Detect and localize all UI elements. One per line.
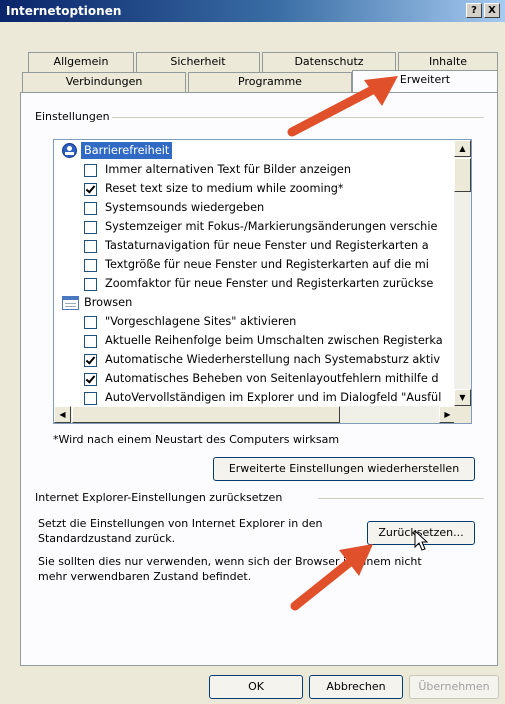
tab-inhalte[interactable]: Inhalte [398, 52, 498, 72]
settings-group-label: Einstellungen [35, 110, 110, 123]
help-button[interactable]: ? [466, 3, 482, 18]
checkbox-label: Systemsounds wiedergeben [105, 201, 265, 214]
checkbox-label: Reset text size to medium while zooming* [105, 182, 344, 195]
category-label-browsen: Browsen [84, 296, 133, 309]
checkbox[interactable] [84, 240, 97, 253]
checkbox-label: Systemzeiger mit Fokus-/Markierungsänder… [105, 220, 438, 233]
scroll-corner [454, 406, 471, 423]
checkbox[interactable] [84, 316, 97, 329]
scroll-up-icon[interactable]: ▲ [454, 140, 471, 157]
checkbox[interactable] [84, 221, 97, 234]
mouse-cursor-icon [414, 530, 429, 551]
annotation-arrow-top [287, 76, 398, 137]
checkbox-label: Textgröße für neue Fenster und Registerk… [105, 258, 429, 271]
checkbox-label: Zoomfaktor für neue Fenster und Register… [105, 277, 434, 290]
window-title: Internetoptionen [6, 4, 122, 18]
checkbox-label: AutoVervollständigen im Explorer und im … [105, 391, 442, 404]
scroll-thumb-horizontal[interactable] [72, 406, 340, 423]
title-bar: Internetoptionen [0, 0, 505, 22]
checkbox[interactable] [84, 354, 97, 367]
checkbox-label: Automatische Wiederherstellung nach Syst… [105, 353, 441, 366]
checkbox-label: Tastaturnavigation für neue Fenster und … [105, 239, 429, 252]
close-button[interactable]: X [484, 3, 500, 18]
ok-button[interactable]: OK [209, 675, 303, 699]
tab-datenschutz[interactable]: Datenschutz [262, 52, 396, 72]
checkbox[interactable] [84, 335, 97, 348]
horizontal-scrollbar[interactable]: ◀ ▶ [54, 406, 456, 423]
checkbox[interactable] [84, 278, 97, 291]
reset-warning-line2: mehr verwendbaren Zustand befindet. [38, 570, 252, 583]
checkbox-label: Immer alternativen Text für Bilder anzei… [105, 163, 352, 176]
tab-verbindungen[interactable]: Verbindungen [22, 72, 186, 92]
checkbox[interactable] [84, 373, 97, 386]
restart-note: *Wird nach einem Neustart des Computers … [53, 433, 340, 446]
category-label-barrierefreiheit: Barrierefreiheit [81, 142, 173, 159]
scroll-left-icon[interactable]: ◀ [54, 406, 71, 423]
checkbox[interactable] [84, 202, 97, 215]
tab-allgemein[interactable]: Allgemein [28, 52, 134, 72]
vertical-scrollbar[interactable]: ▲ ▼ [454, 140, 471, 406]
checkbox-label: Aktuelle Reihenfolge beim Umschalten zwi… [105, 334, 443, 347]
checkbox[interactable] [84, 392, 97, 405]
settings-listbox[interactable]: Barrierefreiheit Immer alternativen Text… [53, 139, 472, 424]
checkbox-label: Automatisches Beheben von Seitenlayoutfe… [105, 372, 439, 385]
annotation-arrow-bottom [290, 544, 373, 611]
reset-group-divider [318, 498, 484, 499]
reset-description-line1: Setzt die Einstellungen von Internet Exp… [38, 517, 323, 530]
scroll-thumb[interactable] [454, 158, 471, 192]
restore-advanced-settings-button[interactable]: Erweiterte Einstellungen wiederherstelle… [213, 457, 475, 481]
checkbox[interactable] [84, 259, 97, 272]
scroll-down-icon[interactable]: ▼ [454, 389, 471, 406]
apply-button[interactable]: Übernehmen [409, 675, 499, 699]
checkbox-label: "Vorgeschlagene Sites" aktivieren [105, 315, 297, 328]
cancel-button[interactable]: Abbrechen [309, 675, 403, 699]
tab-sicherheit[interactable]: Sicherheit [136, 52, 260, 72]
browser-window-icon [62, 296, 79, 310]
accessibility-icon [62, 143, 77, 158]
reset-description-line2: Standardzustand zurück. [38, 532, 176, 545]
checkbox[interactable] [84, 164, 97, 177]
checkbox[interactable] [84, 183, 97, 196]
reset-group-label: Internet Explorer-Einstellungen zurückse… [35, 491, 283, 504]
